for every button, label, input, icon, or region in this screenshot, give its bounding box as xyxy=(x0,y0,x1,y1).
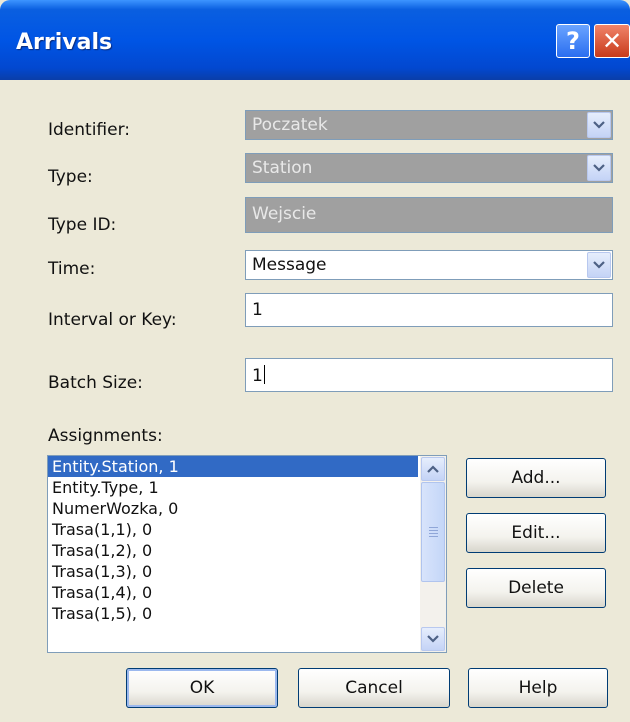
interval-value: 1 xyxy=(252,300,263,320)
thumb-grip xyxy=(429,536,438,537)
help-button[interactable]: Help xyxy=(468,668,608,708)
title-bar[interactable]: Arrivals ? ✕ xyxy=(0,0,630,80)
batch-size-label: Batch Size: xyxy=(48,373,143,393)
chevron-down-icon xyxy=(593,163,605,172)
ok-button[interactable]: OK xyxy=(126,668,278,708)
scroll-up-button[interactable] xyxy=(421,457,445,481)
interval-input[interactable]: 1 xyxy=(245,293,613,327)
list-item[interactable]: Trasa(1,4), 0 xyxy=(48,582,418,603)
add-button[interactable]: Add... xyxy=(466,458,606,498)
identifier-dropdown-button xyxy=(587,112,611,138)
list-item[interactable]: Entity.Station, 1 xyxy=(48,456,418,477)
batch-size-text: 1 xyxy=(252,365,265,386)
list-item[interactable]: Entity.Type, 1 xyxy=(48,477,418,498)
thumb-grip xyxy=(429,527,438,528)
interval-label: Interval or Key: xyxy=(48,310,177,330)
type-id-field: Wejscie xyxy=(245,197,613,233)
time-value: Message xyxy=(252,255,327,275)
assignments-label: Assignments: xyxy=(48,426,163,446)
type-dropdown-button xyxy=(587,155,611,181)
question-icon: ? xyxy=(566,27,580,55)
vertical-scrollbar[interactable] xyxy=(420,456,446,652)
type-label: Type: xyxy=(48,167,93,187)
type-id-value: Wejscie xyxy=(252,204,317,224)
chevron-up-icon xyxy=(427,464,439,473)
help-title-button[interactable]: ? xyxy=(556,24,590,58)
edit-button[interactable]: Edit... xyxy=(466,513,606,553)
scroll-thumb[interactable] xyxy=(421,482,445,582)
list-item[interactable]: Trasa(1,2), 0 xyxy=(48,540,418,561)
identifier-value: Poczatek xyxy=(252,115,328,135)
cancel-button[interactable]: Cancel xyxy=(298,668,450,708)
list-item[interactable]: NumerWozka, 0 xyxy=(48,498,418,519)
batch-size-input[interactable]: 1 xyxy=(245,358,613,392)
delete-button[interactable]: Delete xyxy=(466,568,606,608)
type-select: Station xyxy=(245,153,613,183)
close-title-button[interactable]: ✕ xyxy=(594,24,630,58)
type-value: Station xyxy=(252,158,313,178)
thumb-grip xyxy=(429,530,438,531)
text-caret xyxy=(263,365,265,384)
arrivals-dialog: Arrivals ? ✕ Identifier: Poczatek Type: … xyxy=(0,0,630,722)
time-dropdown-button[interactable] xyxy=(587,252,611,278)
assignments-list[interactable]: Entity.Station, 1 Entity.Type, 1 NumerWo… xyxy=(47,455,447,653)
scroll-down-button[interactable] xyxy=(421,627,445,651)
identifier-label: Identifier: xyxy=(48,120,131,140)
time-select[interactable]: Message xyxy=(245,250,613,280)
thumb-grip xyxy=(429,533,438,534)
assignments-items: Entity.Station, 1 Entity.Type, 1 NumerWo… xyxy=(48,456,418,624)
chevron-down-icon xyxy=(427,634,439,643)
list-item[interactable]: Trasa(1,5), 0 xyxy=(48,603,418,624)
chevron-down-icon xyxy=(593,260,605,269)
list-item[interactable]: Trasa(1,3), 0 xyxy=(48,561,418,582)
time-label: Time: xyxy=(48,259,96,279)
identifier-select: Poczatek xyxy=(245,110,613,140)
list-item[interactable]: Trasa(1,1), 0 xyxy=(48,519,418,540)
chevron-down-icon xyxy=(593,120,605,129)
batch-size-value: 1 xyxy=(252,366,263,386)
window-title: Arrivals xyxy=(16,30,113,55)
close-icon: ✕ xyxy=(601,27,623,55)
type-id-label: Type ID: xyxy=(48,215,117,235)
